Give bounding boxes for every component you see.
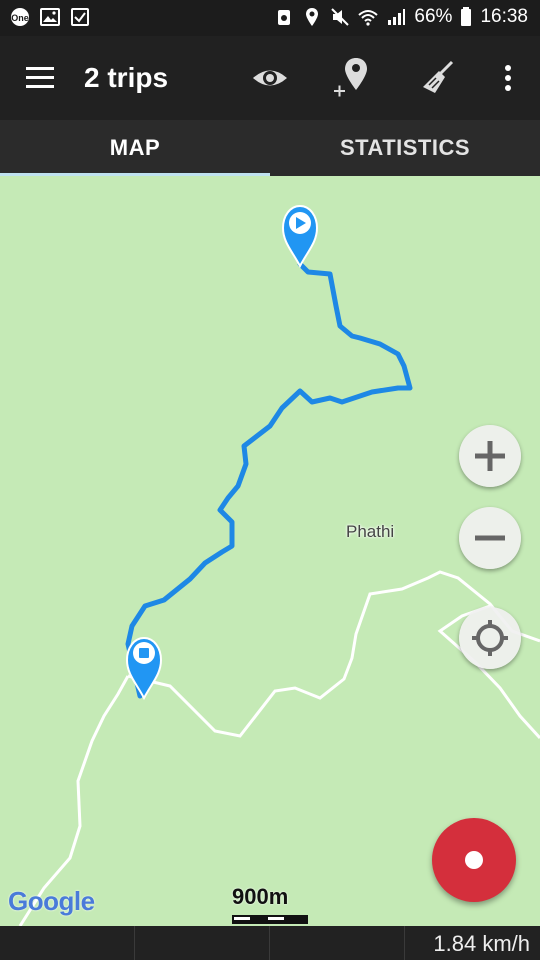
gallery-icon <box>40 8 60 26</box>
app-bar: 2 trips <box>0 36 540 120</box>
bottom-status-bar: 1.84 km/h <box>0 926 540 960</box>
place-label: Phathi <box>346 522 395 541</box>
gps-track <box>125 261 413 699</box>
eye-icon <box>253 70 287 86</box>
toggle-visibility-button[interactable] <box>248 56 292 100</box>
zoom-in-button[interactable] <box>459 425 521 487</box>
clear-button[interactable] <box>416 56 460 100</box>
wifi-icon <box>358 10 379 26</box>
recycle-icon <box>278 10 291 25</box>
broom-icon <box>423 60 454 93</box>
map-view[interactable]: Phathi <box>0 176 540 926</box>
svg-text:One: One <box>11 13 29 23</box>
divider <box>134 926 135 960</box>
zoom-out-button[interactable] <box>459 507 521 569</box>
google-attribution: Google <box>8 886 95 917</box>
menu-icon[interactable] <box>22 60 58 96</box>
tab-map[interactable]: MAP <box>0 120 270 176</box>
my-location-button[interactable] <box>459 607 521 669</box>
map-canvas <box>18 204 540 926</box>
system-icons: 66% 16:38 <box>274 6 528 28</box>
tasks-icon <box>71 8 89 26</box>
tab-statistics[interactable]: STATISTICS <box>270 120 540 176</box>
google-attribution-text: Google <box>8 886 95 916</box>
minus-icon <box>475 535 505 541</box>
record-icon <box>465 851 483 869</box>
one-app-icon: One <box>11 8 29 26</box>
overflow-menu-button[interactable] <box>486 56 530 100</box>
add-marker-button[interactable] <box>330 56 374 100</box>
end-marker-icon <box>125 636 163 701</box>
add-marker-icon <box>334 58 367 97</box>
divider <box>404 926 405 960</box>
tab-bar: MAP STATISTICS <box>0 120 540 176</box>
scale-label: 900m <box>232 884 289 909</box>
battery-percent: 66% <box>414 6 453 27</box>
speed-readout: 1.84 km/h <box>433 931 530 956</box>
signal-icon <box>388 9 406 25</box>
crosshair-icon <box>472 620 508 656</box>
clock: 16:38 <box>480 6 528 27</box>
mute-icon <box>331 8 350 26</box>
start-marker-icon <box>281 204 319 269</box>
plus-icon <box>475 441 505 471</box>
more-vert-icon <box>505 65 511 91</box>
divider <box>269 926 270 960</box>
page-title: 2 trips <box>84 62 169 93</box>
location-icon <box>306 8 319 26</box>
status-bar: One 66% 16:38 <box>0 0 540 36</box>
notification-icons: One <box>10 7 90 27</box>
record-button[interactable] <box>432 818 516 902</box>
battery-icon <box>461 7 472 26</box>
scale-bar <box>232 915 308 924</box>
